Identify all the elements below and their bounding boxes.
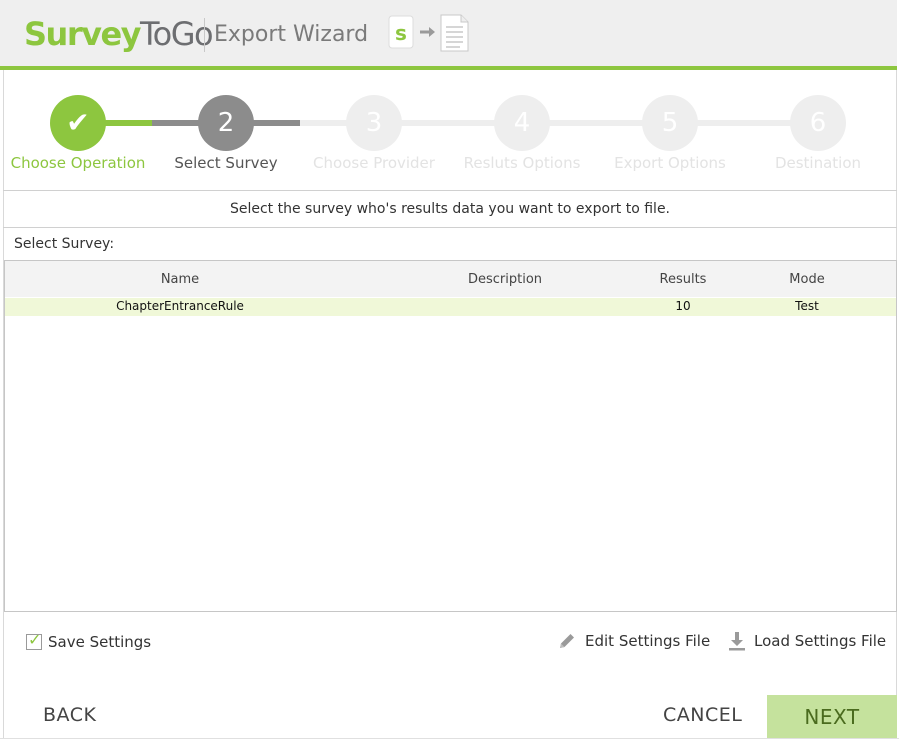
header-separator [204, 18, 205, 52]
column-header-mode[interactable]: Mode [757, 272, 857, 287]
column-header-description[interactable]: Description [435, 272, 575, 287]
next-button[interactable]: NEXT [767, 695, 897, 739]
step-5-label: Export Options [614, 154, 726, 172]
pencil-icon [560, 634, 574, 648]
step-5-circle: 5 [642, 95, 698, 151]
instruction-text: Select the survey who's results data you… [3, 190, 897, 228]
load-settings-file-button[interactable]: Load Settings File [728, 631, 886, 651]
step-2-circle: 2 [198, 95, 254, 151]
cell-mode: Test [795, 299, 819, 313]
table-row[interactable]: ChapterEntranceRule 10 Test [5, 298, 896, 316]
step-4-label: Resluts Options [463, 154, 581, 172]
step-3-label: Choose Provider [313, 154, 435, 172]
step-4-circle: 4 [494, 95, 550, 151]
checkbox-box[interactable]: ✓ [26, 630, 42, 650]
edit-settings-file-button[interactable]: Edit Settings File [557, 631, 710, 651]
column-header-results[interactable]: Results [633, 272, 733, 287]
step-3-circle: 3 [346, 95, 402, 151]
download-icon [729, 632, 745, 651]
load-settings-label: Load Settings File [754, 632, 887, 650]
edit-settings-label: Edit Settings File [585, 632, 711, 650]
back-button[interactable]: BACK [43, 704, 96, 726]
select-survey-label: Select Survey: [14, 236, 115, 252]
surveytogo-logo: SurveyToGo [24, 15, 214, 53]
header: SurveyToGo Export Wizard s [0, 0, 897, 70]
step-6-label: Destination [774, 154, 862, 172]
export-to-file-icon: s [388, 14, 469, 52]
step-1-label: Choose Operation [10, 154, 146, 172]
checkmark-icon: ✓ [28, 630, 42, 649]
wizard-stepper: ✔ 2 3 4 5 6 Choose Operation Select Surv… [0, 70, 899, 190]
svg-text:s: s [395, 21, 407, 45]
survey-table[interactable]: Name Description Results Mode ChapterEnt… [4, 260, 897, 612]
cancel-button[interactable]: CANCEL [663, 704, 742, 726]
save-settings-label: Save Settings [48, 633, 152, 651]
step-1-check-icon: ✔ [50, 95, 106, 151]
wizard-title: Export Wizard [214, 22, 369, 47]
column-header-name[interactable]: Name [125, 272, 235, 287]
step-6-circle: 6 [790, 95, 846, 151]
cell-results: 10 [675, 299, 691, 313]
step-2-label: Select Survey [174, 154, 278, 172]
table-header: Name Description Results Mode [5, 261, 896, 297]
save-settings-checkbox[interactable]: ✓ Save Settings [26, 630, 152, 652]
cell-name: ChapterEntranceRule [116, 299, 244, 313]
